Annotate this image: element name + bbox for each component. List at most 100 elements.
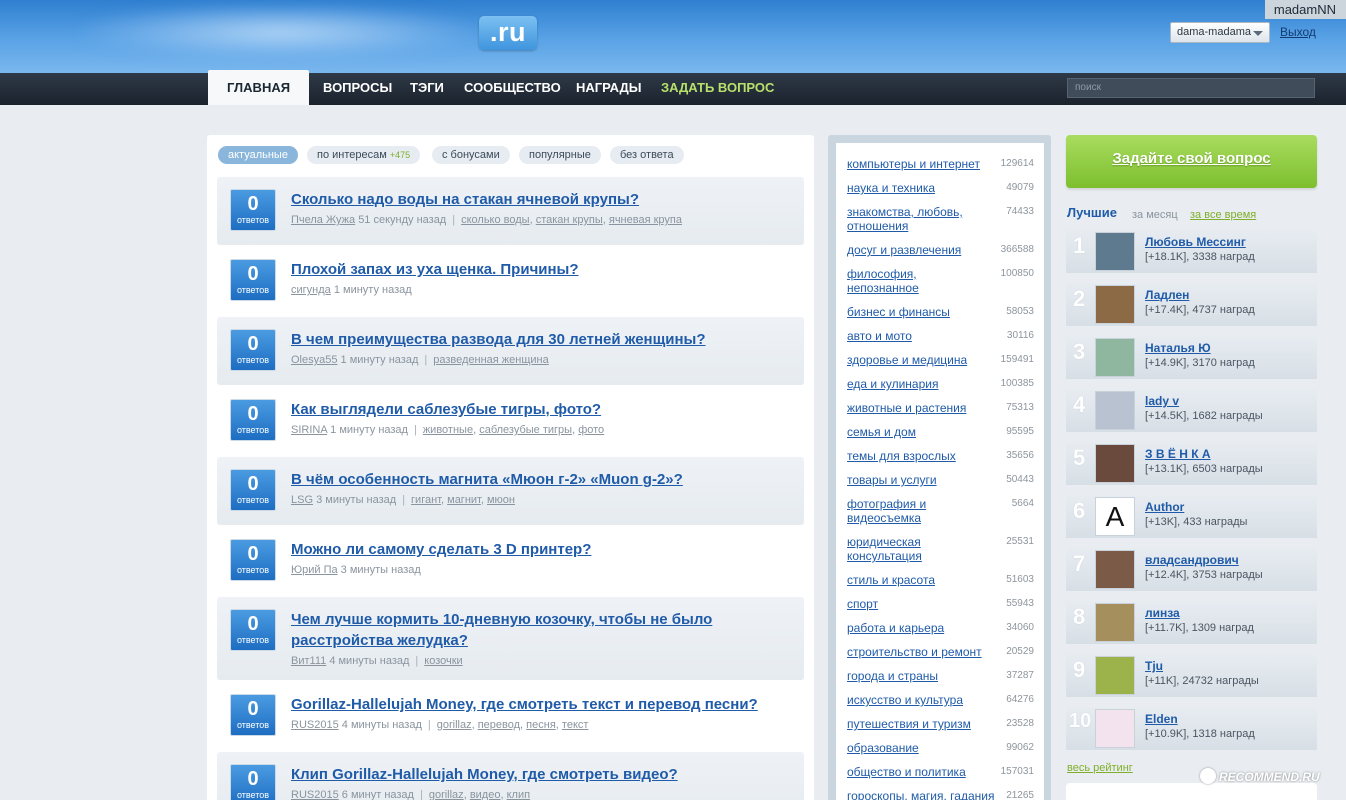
category-name[interactable]: юридическая консультация [847, 535, 922, 563]
avatar[interactable] [1095, 603, 1135, 642]
category-name[interactable]: авто и мото [847, 329, 912, 343]
question-tag[interactable]: ячневая крупа [609, 214, 682, 226]
leader-name[interactable]: владсандрович [1145, 553, 1239, 567]
avatar[interactable] [1095, 550, 1135, 589]
question-tag[interactable]: песня [526, 719, 556, 731]
avatar[interactable] [1095, 338, 1135, 377]
leader-name[interactable]: Tju [1145, 659, 1163, 673]
question-title-link[interactable]: Как выглядели саблезубые тигры, фото? [291, 399, 791, 420]
question-tag[interactable]: видео [470, 789, 501, 800]
category-item[interactable]: стиль и красота [847, 573, 1007, 587]
user-menu-dropdown[interactable]: dama-madama [1170, 22, 1270, 43]
question-author[interactable]: RUS2015 [291, 789, 339, 800]
category-item[interactable]: фотография и видеосъемка [847, 497, 977, 525]
ask-question-button[interactable]: Задайте свой вопрос [1066, 135, 1317, 188]
question-tag[interactable]: животные [423, 424, 473, 436]
question-title-link[interactable]: Сколько надо воды на стакан ячневой круп… [291, 189, 791, 210]
leader-name[interactable]: Author [1145, 500, 1184, 514]
question-title-link[interactable]: Можно ли самому сделать 3 D принтер? [291, 539, 791, 560]
category-item[interactable]: знакомства, любовь, отношения [847, 205, 977, 233]
category-name[interactable]: работа и карьера [847, 621, 944, 635]
question-tag[interactable]: козочки [424, 655, 462, 667]
category-name[interactable]: компьютеры и интернет [847, 157, 980, 171]
filter-bonus[interactable]: с бонусами [432, 146, 510, 164]
category-item[interactable]: компьютеры и интернет [847, 157, 1007, 171]
category-name[interactable]: гороскопы, магия, гадания [847, 789, 994, 800]
question-author[interactable]: Olesya55 [291, 354, 337, 366]
leader-name[interactable]: Любовь Мессинг [1145, 235, 1246, 249]
category-item[interactable]: еда и кулинария [847, 377, 1007, 391]
category-name[interactable]: фотография и видеосъемка [847, 497, 926, 525]
question-author[interactable]: Пчела Жужа [291, 214, 355, 226]
category-item[interactable]: искусство и культура [847, 693, 1007, 707]
best-period-month[interactable]: за месяц [1132, 209, 1178, 221]
question-tag[interactable]: разведенная женщина [433, 354, 549, 366]
search-input[interactable]: поиск [1067, 78, 1315, 98]
question-author[interactable]: Юрий Па [291, 564, 338, 576]
category-item[interactable]: философия, непознанное [847, 267, 977, 295]
tab-community[interactable]: СООБЩЕСТВО [464, 78, 561, 98]
question-title-link[interactable]: Плохой запах из уха щенка. Причины? [291, 259, 791, 280]
avatar[interactable] [1095, 232, 1135, 271]
category-name[interactable]: образование [847, 741, 919, 755]
logout-link[interactable]: Выход [1280, 25, 1316, 39]
category-name[interactable]: строительство и ремонт [847, 645, 982, 659]
category-item[interactable]: работа и карьера [847, 621, 1007, 635]
avatar[interactable] [1095, 391, 1135, 430]
avatar[interactable] [1095, 709, 1135, 748]
question-author[interactable]: сигунда [291, 284, 331, 296]
leader-name[interactable]: Elden [1145, 712, 1178, 726]
category-item[interactable]: образование [847, 741, 1007, 755]
category-name[interactable]: бизнес и финансы [847, 305, 950, 319]
category-item[interactable]: города и страны [847, 669, 1007, 683]
question-tag[interactable]: саблезубые тигры [479, 424, 572, 436]
category-item[interactable]: животные и растения [847, 401, 1007, 415]
leader-name[interactable]: lady v [1145, 394, 1179, 408]
category-item[interactable]: семья и дом [847, 425, 1007, 439]
category-item[interactable]: спорт [847, 597, 1007, 611]
tab-questions[interactable]: ВОПРОСЫ [323, 78, 392, 98]
category-item[interactable]: гороскопы, магия, гадания [847, 789, 1007, 800]
question-tag[interactable]: фото [578, 424, 604, 436]
question-title-link[interactable]: Gorillaz-Hallelujah Money, где смотреть … [291, 694, 791, 715]
category-name[interactable]: здоровье и медицина [847, 353, 967, 367]
question-author[interactable]: LSG [291, 494, 313, 506]
category-item[interactable]: товары и услуги [847, 473, 1007, 487]
category-item[interactable]: бизнес и финансы [847, 305, 1007, 319]
question-title-link[interactable]: Чем лучше кормить 10-дневную козочку, чт… [291, 609, 791, 651]
category-name[interactable]: досуг и развлечения [847, 243, 961, 257]
category-name[interactable]: философия, непознанное [847, 267, 919, 295]
question-author[interactable]: RUS2015 [291, 719, 339, 731]
category-item[interactable]: наука и техника [847, 181, 1007, 195]
category-name[interactable]: знакомства, любовь, отношения [847, 205, 963, 233]
question-title-link[interactable]: В чем преимущества развода для 30 летней… [291, 329, 791, 350]
category-name[interactable]: города и страны [847, 669, 938, 683]
question-tag[interactable]: gorillaz [437, 719, 472, 731]
avatar[interactable] [1095, 444, 1135, 483]
category-item[interactable]: юридическая консультация [847, 535, 977, 563]
question-tag[interactable]: клип [507, 789, 530, 800]
category-name[interactable]: стиль и красота [847, 573, 935, 587]
avatar[interactable]: A [1095, 497, 1135, 536]
best-period-all[interactable]: за все время [1190, 209, 1256, 221]
avatar[interactable] [1095, 656, 1135, 695]
category-item[interactable]: авто и мото [847, 329, 1007, 343]
category-item[interactable]: досуг и развлечения [847, 243, 1007, 257]
question-author[interactable]: SIRINA [291, 424, 327, 436]
category-name[interactable]: еда и кулинария [847, 377, 938, 391]
category-item[interactable]: общество и политика [847, 765, 1007, 779]
category-item[interactable]: темы для взрослых [847, 449, 1007, 463]
question-tag[interactable]: магнит [447, 494, 481, 506]
category-name[interactable]: наука и техника [847, 181, 935, 195]
question-tag[interactable]: перевод [478, 719, 520, 731]
all-rating-link[interactable]: весь рейтинг [1067, 762, 1133, 774]
question-title-link[interactable]: Клип Gorillaz-Hallelujah Money, где смот… [291, 764, 791, 785]
question-tag[interactable]: сколько воды [461, 214, 530, 226]
leader-name[interactable]: Наталья Ю [1145, 341, 1211, 355]
question-tag[interactable]: мюон [487, 494, 515, 506]
filter-popular[interactable]: популярные [519, 146, 601, 164]
filter-interests[interactable]: по интересам +475 [307, 146, 421, 164]
category-name[interactable]: семья и дом [847, 425, 916, 439]
category-name[interactable]: темы для взрослых [847, 449, 956, 463]
category-name[interactable]: общество и политика [847, 765, 966, 779]
